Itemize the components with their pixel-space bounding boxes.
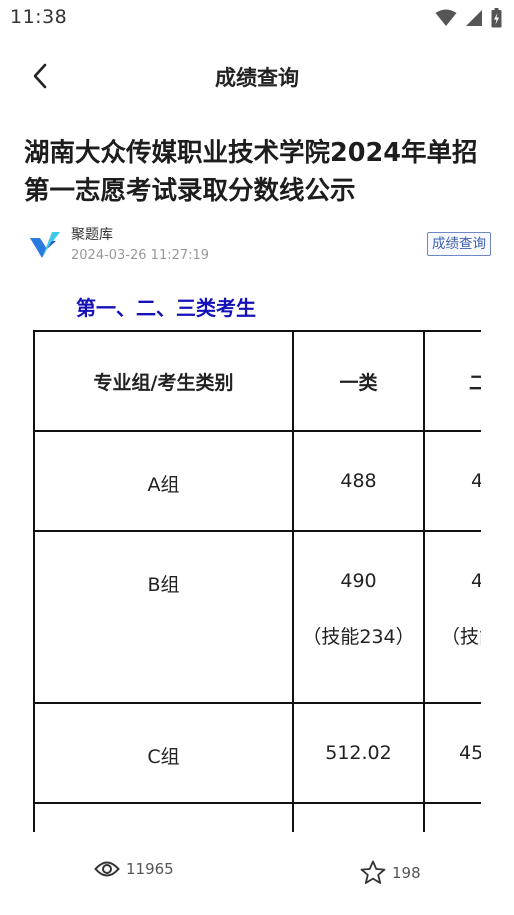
- source-name[interactable]: 聚题库: [71, 224, 113, 244]
- score-cell: 512.02: [292, 702, 425, 804]
- article-meta: 聚题库 2024-03-26 11:27:19 成绩查询: [28, 222, 494, 268]
- views-counter: 11965: [94, 860, 174, 878]
- score-cell: 45: [423, 702, 481, 804]
- nav-bar: 成绩查询: [0, 48, 514, 104]
- score-cell: 490 （技能234）: [292, 530, 425, 704]
- article-title: 湖南大众传媒职业技术学院2024年单招第一志愿考试录取分数线公示: [24, 138, 478, 206]
- battery-icon: [491, 8, 502, 28]
- group-cell: [33, 802, 294, 832]
- score-cell: [423, 802, 481, 832]
- views-count: 11965: [126, 860, 174, 878]
- status-time: 11:38: [10, 6, 68, 28]
- score-note: （技能234）: [302, 626, 415, 648]
- table-row: A组 488 4: [33, 430, 481, 532]
- group-cell: B组: [33, 530, 294, 704]
- section-heading: 第一、二、三类考生: [76, 296, 256, 320]
- category-tag[interactable]: 成绩查询: [427, 232, 491, 256]
- table-header-cell: 二: [423, 330, 481, 432]
- score-value: 4: [471, 570, 481, 592]
- score-table-container[interactable]: 专业组/考生类别 一类 二 A组 488 4 B组 490 （技能234） 4 …: [33, 330, 481, 832]
- group-cell: A组: [33, 430, 294, 532]
- score-cell: 4: [423, 430, 481, 532]
- group-cell: C组: [33, 702, 294, 804]
- star-icon: [360, 860, 386, 884]
- favorites-count: 198: [392, 863, 421, 882]
- status-icons: [435, 8, 502, 28]
- cellular-signal-icon: [466, 10, 482, 26]
- table-row: C组 512.02 45: [33, 702, 481, 804]
- table-header-cell: 一类: [292, 330, 425, 432]
- source-logo: [30, 232, 60, 258]
- bottom-bar: 11965 198: [0, 848, 514, 900]
- score-table: 专业组/考生类别 一类 二 A组 488 4 B组 490 （技能234） 4 …: [33, 330, 481, 832]
- wifi-icon: [435, 9, 457, 26]
- status-bar: 11:38: [0, 0, 514, 36]
- score-note: （技能: [441, 626, 481, 648]
- score-cell: [292, 802, 425, 832]
- page-title: 成绩查询: [215, 66, 299, 90]
- table-header-cell: 专业组/考生类别: [33, 330, 294, 432]
- table-row: [33, 802, 481, 832]
- table-row: B组 490 （技能234） 4 （技能: [33, 530, 481, 704]
- table-header-row: 专业组/考生类别 一类 二: [33, 330, 481, 432]
- score-value: 490: [340, 570, 377, 592]
- publish-time: 2024-03-26 11:27:19: [71, 248, 210, 263]
- score-cell: 488: [292, 430, 425, 532]
- favorite-button[interactable]: 198: [360, 860, 421, 885]
- score-cell: 4 （技能: [423, 530, 481, 704]
- eye-icon: [94, 861, 120, 877]
